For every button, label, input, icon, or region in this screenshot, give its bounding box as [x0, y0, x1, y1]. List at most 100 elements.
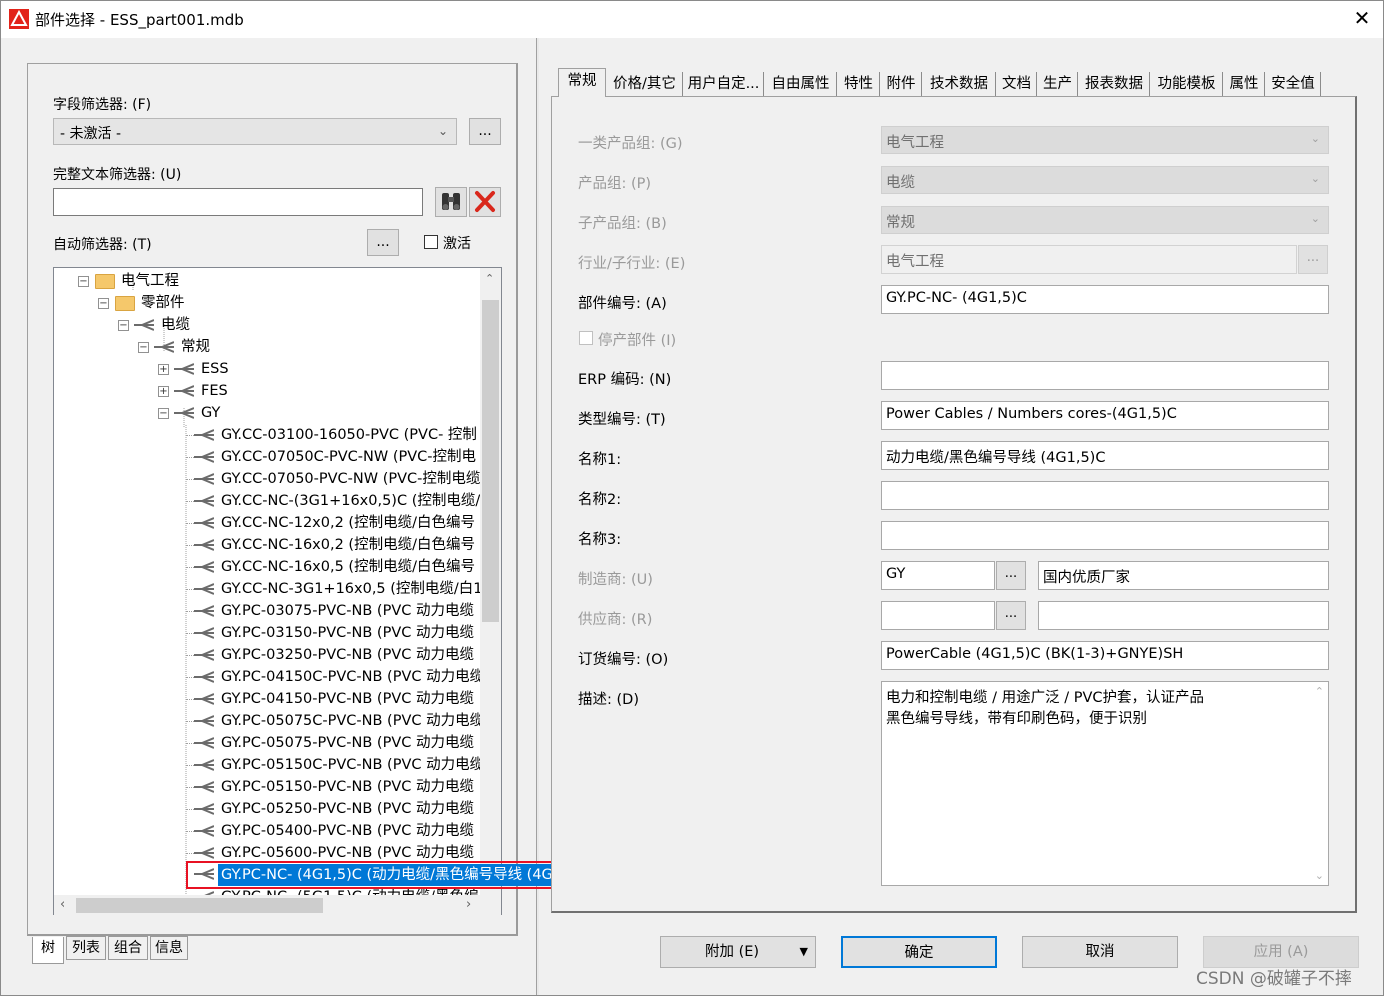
tab-production[interactable]: 生产	[1038, 72, 1078, 96]
ok-button[interactable]: 确定	[841, 936, 997, 968]
expand-icon: +	[158, 364, 169, 375]
name1-label: 名称1:	[578, 452, 622, 468]
scroll-up-icon[interactable]: ⌃	[1315, 685, 1324, 698]
description-line: 黑色编号导线，带有印刷色码，便于识别	[886, 711, 1147, 727]
manufacturer-button[interactable]: ...	[996, 561, 1026, 590]
tree-guide	[186, 721, 194, 722]
watermark: CSDN @破罐子不摔	[1196, 969, 1352, 989]
tab-properties[interactable]: 属性	[1224, 72, 1265, 96]
tree-node-label: 零部件	[141, 295, 185, 311]
tab-function-templates[interactable]: 功能模板	[1151, 72, 1223, 96]
binoculars-icon	[442, 193, 460, 210]
tree-guide	[186, 457, 194, 458]
product-group-select: 电气工程 ⌄	[881, 126, 1329, 154]
discontinued-label: 停产部件 (I)	[598, 333, 677, 349]
tab-report-data[interactable]: 报表数据	[1079, 72, 1150, 96]
tree-node-label: FES	[201, 383, 228, 399]
tab-group[interactable]: 组合	[108, 936, 148, 960]
auto-filter-button[interactable]: ...	[367, 229, 399, 256]
tree-item-label: GY.PC-05150C-PVC-NB (PVC 动力电缆	[221, 757, 485, 773]
group-select: 电缆 ⌄	[881, 166, 1329, 194]
tree-item-label: GY.PC-03075-PVC-NB (PVC 动力电缆	[221, 603, 474, 619]
collapse-icon: −	[118, 320, 129, 331]
cable-icon	[194, 671, 214, 683]
cable-icon	[194, 737, 214, 749]
auto-filter-label: 自动筛选器: (T)	[53, 237, 152, 253]
tree-item-label: GY.PC-03250-PVC-NB (PVC 动力电缆	[221, 647, 474, 663]
tree-horizontal-scroll-thumb[interactable]	[76, 898, 323, 913]
field-filter-button[interactable]: ...	[469, 118, 501, 145]
scroll-up-icon[interactable]: ⌃	[485, 272, 494, 285]
tab-technical-data[interactable]: 技术数据	[923, 72, 996, 96]
tree-guide	[186, 545, 194, 546]
tab-user-defined[interactable]: 用户自定...	[684, 72, 764, 96]
tree-item-label: GY.CC-NC-(3G1+16x0,5)C (控制电缆/	[221, 493, 481, 509]
tab-characteristics[interactable]: 特性	[838, 72, 880, 96]
tree-node-label: GY	[201, 405, 221, 421]
cable-icon	[174, 385, 194, 397]
cable-icon	[194, 803, 214, 815]
tab-general[interactable]: 常规	[558, 68, 606, 97]
cable-icon	[194, 495, 214, 507]
type-number-field[interactable]: Power Cables / Numbers cores-(4G1,5)C	[881, 401, 1329, 430]
name2-field[interactable]	[881, 481, 1329, 510]
tree-guide	[186, 809, 194, 810]
order-number-label: 订货编号: (O)	[578, 652, 669, 668]
tab-documents[interactable]: 文档	[997, 72, 1037, 96]
collapse-icon: −	[98, 298, 109, 309]
chevron-down-icon: ⌄	[1310, 132, 1320, 145]
tree-guide	[186, 655, 194, 656]
tab-list[interactable]: 列表	[66, 936, 106, 960]
tree-guide	[186, 699, 194, 700]
name1-field[interactable]: 动力电缆/黑色编号导线 (4G1,5)C	[881, 441, 1329, 470]
field-filter-select[interactable]: - 未激活 - ⌄	[53, 118, 457, 145]
tab-tree[interactable]: 树	[32, 937, 64, 964]
attach-button[interactable]: 附加 (E) ▼	[660, 936, 816, 968]
scroll-left-icon[interactable]: ‹	[60, 897, 65, 912]
window-title: 部件选择 - ESS_part001.mdb	[35, 11, 244, 29]
tree-item-label: GY.CC-NC-16x0,2 (控制电缆/白色编号	[221, 537, 475, 553]
binoculars-button[interactable]	[435, 187, 467, 217]
scroll-down-icon[interactable]: ⌄	[1315, 869, 1324, 882]
activate-label: 激活	[443, 236, 471, 252]
name3-field[interactable]	[881, 521, 1329, 550]
tree-node-label: 电缆	[161, 317, 190, 333]
tab-accessories[interactable]: 附件	[881, 72, 922, 96]
supplier-code-field[interactable]	[881, 601, 995, 630]
tree-guide	[186, 501, 194, 502]
attach-button-label: 附加 (E)	[705, 944, 760, 960]
erp-field[interactable]	[881, 361, 1329, 390]
app-logo-icon	[9, 9, 29, 29]
cable-icon	[194, 627, 214, 639]
tab-safety-values[interactable]: 安全值	[1266, 72, 1321, 96]
cable-icon	[194, 517, 214, 529]
manufacturer-name-field: 国内优质厂家	[1038, 561, 1329, 590]
dropdown-arrow-icon: ▼	[799, 945, 808, 958]
close-button[interactable]: ✕	[1350, 6, 1374, 30]
fulltext-filter-input[interactable]	[53, 188, 423, 216]
manufacturer-label: 制造商: (U)	[578, 572, 653, 588]
clear-filter-button[interactable]	[469, 187, 501, 217]
tree-item-label: GY.CC-07050-PVC-NW (PVC-控制电缆	[221, 471, 481, 487]
tree-guide	[186, 677, 194, 678]
tree-vertical-scroll-thumb[interactable]	[482, 300, 499, 622]
chevron-down-icon: ⌄	[1310, 212, 1320, 225]
tab-price[interactable]: 价格/其它	[607, 72, 683, 96]
field-filter-value: - 未激活 -	[60, 126, 122, 142]
manufacturer-code-field[interactable]: GY	[881, 561, 995, 590]
part-number-field[interactable]: GY.PC-NC- (4G1,5)C	[881, 285, 1329, 314]
splitter[interactable]	[536, 38, 539, 996]
cable-icon	[194, 781, 214, 793]
cancel-button[interactable]: 取消	[1022, 936, 1178, 968]
activate-checkbox[interactable]	[424, 235, 438, 249]
collapse-icon: −	[78, 276, 89, 287]
supplier-button[interactable]: ...	[996, 601, 1026, 630]
cable-icon	[194, 561, 214, 573]
order-number-field[interactable]: PowerCable (4G1,5)C (BK(1-3)+GNYE)SH	[881, 641, 1329, 670]
scroll-right-icon[interactable]: ›	[466, 897, 471, 912]
tab-free-properties[interactable]: 自由属性	[765, 72, 837, 96]
tab-info[interactable]: 信息	[150, 936, 188, 960]
parts-tree[interactable]: − 电气工程 − 零部件 − 电缆 − 常规 + ESS + FES − GY …	[53, 267, 502, 915]
description-textarea[interactable]: 电力和控制电缆 / 用途广泛 / PVC护套，认证产品 黑色编号导线，带有印刷色…	[881, 681, 1329, 886]
chevron-down-icon: ⌄	[1310, 172, 1320, 185]
